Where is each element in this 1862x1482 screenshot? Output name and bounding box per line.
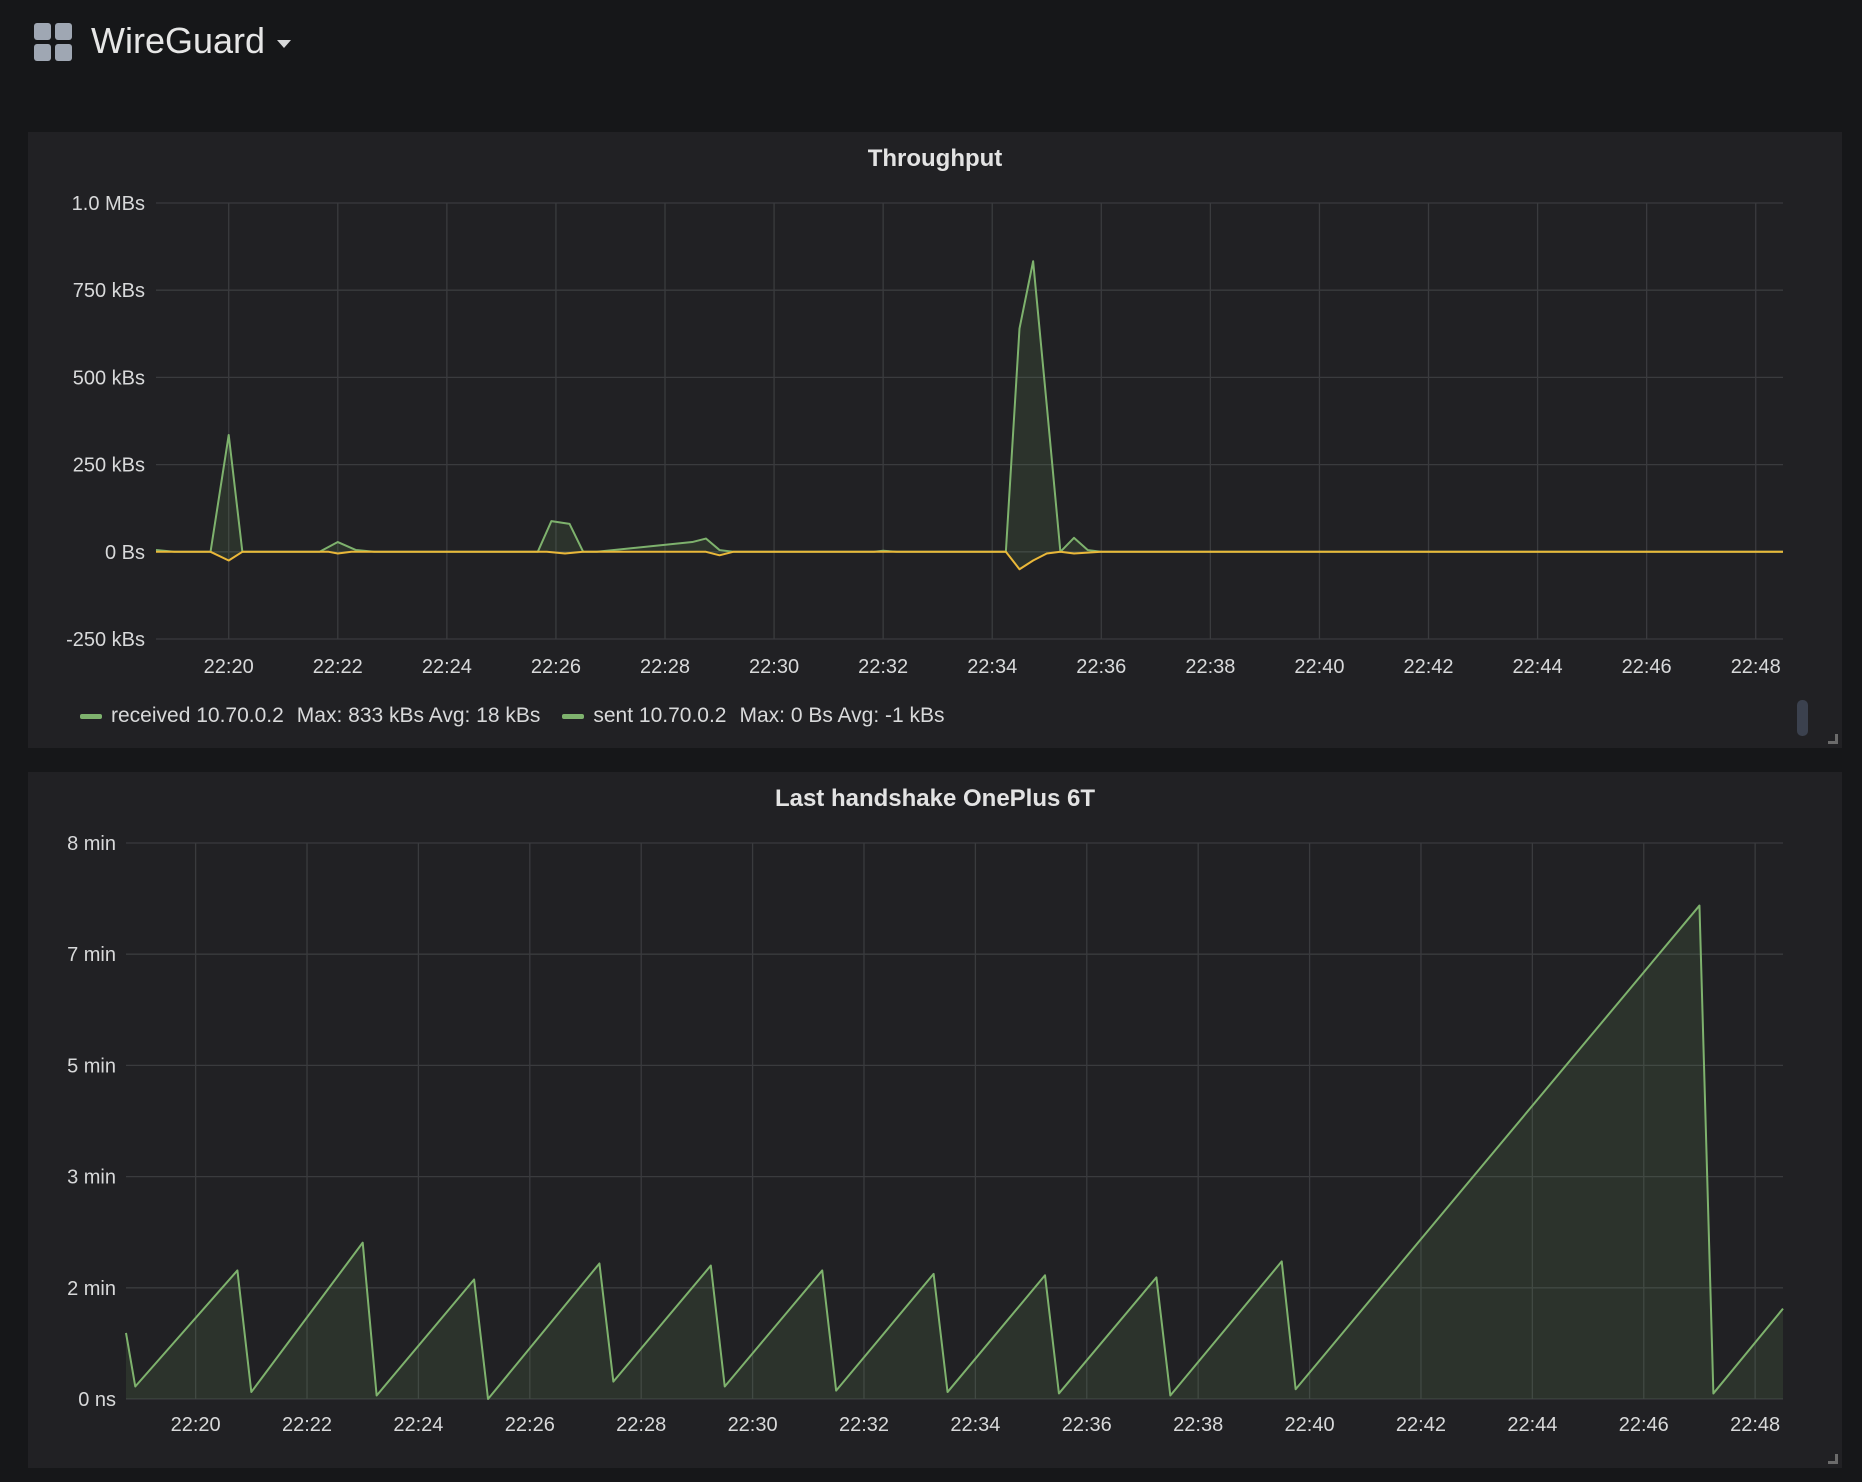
x-tick-label: 22:40 — [1294, 656, 1344, 678]
y-tick-label: 0 Bs — [105, 542, 145, 564]
x-tick-label: 22:30 — [749, 656, 799, 678]
x-tick-label: 22:28 — [640, 656, 690, 678]
caret-down-icon — [277, 40, 292, 48]
x-tick-label: 22:48 — [1730, 1414, 1780, 1436]
legend-swatch-received — [80, 713, 102, 719]
x-tick-label: 22:40 — [1285, 1414, 1335, 1436]
x-tick-label: 22:22 — [313, 656, 363, 678]
legend-stats-sent: Max: 0 Bs Avg: -1 kBs — [739, 704, 945, 727]
x-tick-label: 22:38 — [1185, 656, 1235, 678]
legend-label-received: received 10.70.0.2 — [111, 704, 284, 727]
x-tick-label: 22:42 — [1396, 1414, 1446, 1436]
y-tick-label: 8 min — [67, 833, 116, 855]
x-tick-label: 22:46 — [1622, 656, 1672, 678]
handshake-panel: Last handshake OnePlus 6T 8 min 7 min 5 mi… — [28, 772, 1842, 1468]
legend-item-sent[interactable]: sent 10.70.0.2 Max: 0 Bs Avg: -1 kBs — [562, 704, 945, 728]
y-tick-label: 3 min — [67, 1167, 116, 1189]
throughput-legend: received 10.70.0.2 Max: 833 kBs Avg: 18 … — [80, 704, 967, 728]
x-tick-label: 22:26 — [531, 656, 581, 678]
legend-swatch-sent — [562, 713, 585, 719]
x-tick-label: 22:26 — [505, 1414, 555, 1436]
x-tick-label: 22:44 — [1507, 1414, 1557, 1436]
x-tick-label: 22:34 — [950, 1414, 1000, 1436]
series-area-fill — [156, 261, 1783, 552]
x-tick-label: 22:20 — [171, 1414, 221, 1436]
legend-label-sent: sent 10.70.0.2 — [593, 704, 727, 727]
x-tick-label: 22:28 — [616, 1414, 666, 1436]
y-tick-label: 750 kBs — [73, 280, 145, 302]
legend-stats-received: Max: 833 kBs Avg: 18 kBs — [296, 704, 541, 727]
series-line-0[interactable] — [155, 260, 1783, 553]
y-tick-label: 250 kBs — [73, 455, 145, 477]
x-tick-label: 22:22 — [282, 1414, 332, 1436]
series-line-1[interactable] — [156, 550, 1783, 571]
x-tick-label: 22:34 — [967, 656, 1017, 678]
series-area-fill — [156, 551, 1783, 570]
x-tick-label: 22:24 — [422, 656, 472, 678]
y-tick-label: 0 ns — [78, 1389, 116, 1411]
legend-item-received[interactable]: received 10.70.0.2 Max: 833 kBs Avg: 18 … — [80, 704, 540, 728]
x-tick-label: 22:36 — [1062, 1414, 1112, 1436]
x-tick-label: 22:36 — [1076, 656, 1126, 678]
dashboard-title-dropdown[interactable]: WireGuard — [91, 20, 292, 62]
handshake-chart[interactable]: 8 min 7 min 5 min 3 min 2 min 0 ns 22:20 22:22 2… — [28, 772, 1842, 1468]
y-tick-label: 2 min — [67, 1278, 116, 1300]
panel-resize-handle[interactable] — [1828, 734, 1838, 744]
panel-resize-handle[interactable] — [1828, 1454, 1838, 1464]
dashboard-title: WireGuard — [91, 20, 266, 61]
y-tick-label: 1.0 MBs — [72, 193, 145, 215]
x-tick-label: 22:32 — [839, 1414, 889, 1436]
x-tick-label: 22:32 — [858, 656, 908, 678]
x-tick-label: 22:30 — [728, 1414, 778, 1436]
x-tick-label: 22:42 — [1403, 656, 1453, 678]
y-tick-label: 500 kBs — [73, 367, 145, 389]
legend-scrollbar[interactable] — [1797, 700, 1808, 736]
y-tick-label: -250 kBs — [66, 629, 145, 651]
x-tick-label: 22:20 — [204, 656, 254, 678]
x-tick-label: 22:38 — [1173, 1414, 1223, 1436]
x-tick-label: 22:44 — [1513, 656, 1563, 678]
y-tick-label: 7 min — [67, 944, 116, 966]
throughput-panel: Throughput 1.0 MBs 750 kBs 500 kBs 250 kBs 0… — [28, 132, 1842, 748]
series-area-fill — [126, 905, 1783, 1399]
dashboard-header: WireGuard — [0, 0, 1862, 95]
throughput-chart[interactable]: 1.0 MBs 750 kBs 500 kBs 250 kBs 0 Bs -250 kBs… — [28, 132, 1842, 748]
x-tick-label: 22:46 — [1619, 1414, 1669, 1436]
y-tick-label: 5 min — [67, 1055, 116, 1077]
x-tick-label: 22:48 — [1731, 656, 1781, 678]
dashboard-grid-icon[interactable] — [34, 23, 74, 63]
x-tick-label: 22:24 — [393, 1414, 443, 1436]
